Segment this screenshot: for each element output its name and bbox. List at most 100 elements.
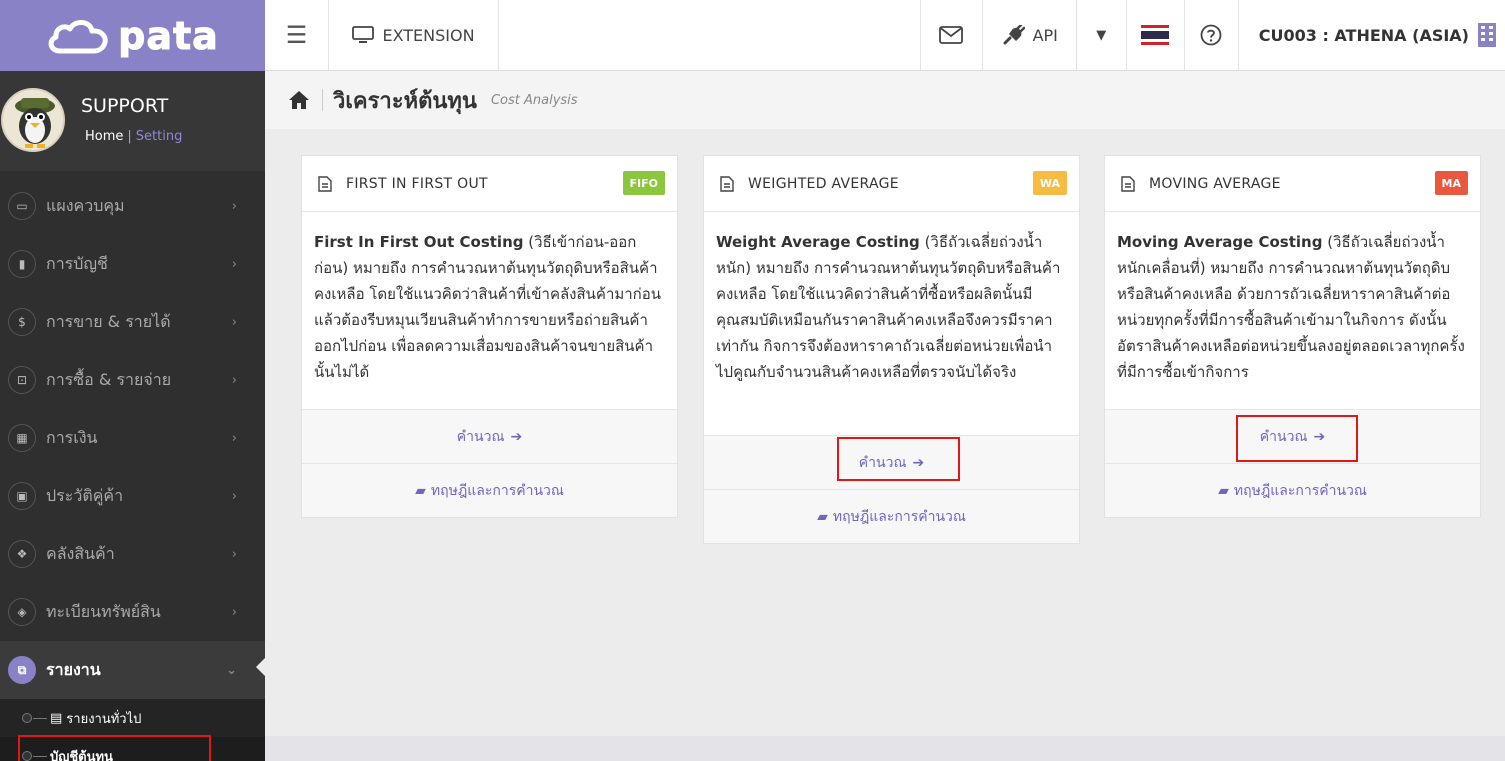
contact-icon: ▣ xyxy=(8,482,36,510)
penguin-avatar-icon xyxy=(3,90,63,150)
sidebar-subitem-label: รายงานทั่วไป xyxy=(66,711,142,727)
sidebar-subitem-general-report[interactable]: ▤ รายงานทั่วไป xyxy=(0,699,265,737)
home-icon[interactable] xyxy=(288,90,310,110)
arrow-right-icon: ➔ xyxy=(510,428,523,445)
card-title: MOVING AVERAGE xyxy=(1149,175,1281,192)
arrow-right-icon: ➔ xyxy=(1313,428,1326,445)
book-icon: ▮ xyxy=(8,250,36,278)
chevron-right-icon: › xyxy=(231,372,237,388)
building-icon xyxy=(1478,23,1496,47)
chevron-right-icon: › xyxy=(231,256,237,272)
profile-name: SUPPORT xyxy=(81,95,169,117)
book-icon: ▰ xyxy=(415,482,426,499)
card-body-text: (วิธีถัวเฉลี่ยถ่วงน้ำหนัก) หมายถึง การคำ… xyxy=(716,233,1061,381)
sidebar-item-warehouse[interactable]: ❖ คลังสินค้า › xyxy=(0,525,265,583)
sidebar-item-label: การซื้อ & รายจ่าย xyxy=(46,369,172,389)
brand-name: pata xyxy=(118,13,219,58)
card-lead: Moving Average Costing xyxy=(1117,233,1323,251)
card-description: Moving Average Costing (วิธีถัวเฉลี่ยถ่ว… xyxy=(1105,212,1480,409)
cloud-logo-icon xyxy=(48,19,108,53)
calculate-label: คำนวณ xyxy=(1259,428,1308,445)
theory-link[interactable]: ▰ ทฤษฎีและการคำนวณ xyxy=(1105,463,1480,517)
sidebar-item-label: การบัญชี xyxy=(46,253,108,273)
sidebar-item-sales[interactable]: $ การขาย & รายได้ › xyxy=(0,293,265,351)
api-button[interactable]: API xyxy=(983,0,1077,70)
card-body-text: (วิธีถัวเฉลี่ยถ่วงน้ำหนักเคลื่อนที่) หมา… xyxy=(1117,233,1465,381)
sidebar-item-assets[interactable]: ◈ ทะเบียนทรัพย์สิน › xyxy=(0,583,265,641)
sidebar-item-finance[interactable]: ▦ การเงิน › xyxy=(0,409,265,467)
calculate-label: คำนวณ xyxy=(858,454,907,471)
monitor-icon xyxy=(352,26,375,43)
chevron-right-icon: › xyxy=(231,430,237,446)
sidebar-subitem-cost-account[interactable]: บัญชีต้นทุน xyxy=(0,737,265,761)
hamburger-icon: ☰ xyxy=(285,21,308,49)
chevron-right-icon: › xyxy=(231,546,237,562)
sidebar-item-accounting[interactable]: ▮ การบัญชี › xyxy=(0,235,265,293)
sidebar-item-label: รายงาน xyxy=(46,659,101,679)
chevron-right-icon: › xyxy=(231,604,237,620)
theory-label: ทฤษฎีและการคำนวณ xyxy=(1233,482,1367,499)
card-header: MOVING AVERAGE MA xyxy=(1105,156,1480,212)
menu-toggle-button[interactable]: ☰ xyxy=(265,0,329,70)
extension-button[interactable]: EXTENSION xyxy=(329,0,499,70)
home-link[interactable]: Home xyxy=(85,129,123,144)
calculate-button[interactable]: คำนวณ ➔ xyxy=(302,409,677,463)
sidebar-item-label: แผงควบคุม xyxy=(46,195,125,215)
theory-link[interactable]: ▰ ทฤษฎีและการคำนวณ xyxy=(704,489,1079,543)
theory-label: ทฤษฎีและการคำนวณ xyxy=(430,482,564,499)
card-description: First In First Out Costing (วิธีเข้าก่อน… xyxy=(302,212,677,409)
question-circle-icon xyxy=(1200,24,1222,46)
help-button[interactable] xyxy=(1185,0,1239,70)
document-icon xyxy=(720,175,734,192)
avatar[interactable] xyxy=(1,88,65,152)
report-icon: ⧉ xyxy=(8,656,36,684)
calculate-button[interactable]: คำนวณ ➔ xyxy=(704,435,1079,489)
chevron-right-icon: › xyxy=(231,198,237,214)
method-badge: WA xyxy=(1032,171,1067,195)
wa-card: WEIGHTED AVERAGE WA Weight Average Costi… xyxy=(703,155,1080,544)
card-description: Weight Average Costing (วิธีถัวเฉลี่ยถ่ว… xyxy=(704,212,1079,435)
book-icon: ▰ xyxy=(1218,482,1229,499)
dollar-icon: $ xyxy=(8,308,36,336)
top-navbar: ☰ EXTENSION API ▼ CU003: ATHENA (ASIA) xyxy=(265,0,1505,71)
language-selector[interactable] xyxy=(1127,0,1185,70)
card-lead: First In First Out Costing xyxy=(314,233,524,251)
card-title: FIRST IN FIRST OUT xyxy=(346,175,488,192)
thai-flag-icon xyxy=(1141,25,1170,45)
theory-link[interactable]: ▰ ทฤษฎีและการคำนวณ xyxy=(302,463,677,517)
page-subtitle: Cost Analysis xyxy=(490,92,578,108)
plug-icon xyxy=(1003,25,1025,45)
sidebar: pata SUPPORT Home | Setting ▭ แผงควบคุม xyxy=(0,0,265,761)
company-selector[interactable]: CU003 : ATHENA (ASIA) xyxy=(1239,0,1505,70)
calculate-button[interactable]: คำนวณ ➔ xyxy=(1105,409,1480,463)
profile-links: Home | Setting xyxy=(85,129,182,144)
ma-card: MOVING AVERAGE MA Moving Average Costing… xyxy=(1104,155,1481,518)
dropdown-toggle[interactable]: ▼ xyxy=(1077,0,1127,70)
chevron-right-icon: › xyxy=(231,314,237,330)
breadcrumb: วิเคราะห์ต้นทุน Cost Analysis xyxy=(265,71,1505,129)
sidebar-item-partners[interactable]: ▣ ประวัติคู่ค้า › xyxy=(0,467,265,525)
card-body-text: (วิธีเข้าก่อน-ออกก่อน) หมายถึง การคำนวณห… xyxy=(314,233,662,381)
api-label: API xyxy=(1032,25,1058,45)
theory-label: ทฤษฎีและการคำนวณ xyxy=(832,508,966,525)
sidebar-menu: ▭ แผงควบคุม › ▮ การบัญชี › $ การขาย & รา… xyxy=(0,177,265,761)
card-title: WEIGHTED AVERAGE xyxy=(748,175,899,192)
brand-logo[interactable]: pata xyxy=(0,0,265,71)
document-icon xyxy=(318,175,332,192)
envelope-icon xyxy=(939,26,964,44)
caret-down-icon: ▼ xyxy=(1096,27,1107,43)
setting-link[interactable]: Setting xyxy=(136,129,183,144)
method-badge: MA xyxy=(1434,171,1468,195)
sidebar-item-reports[interactable]: ⧉ รายงาน ⌄ xyxy=(0,641,265,699)
main-content: FIRST IN FIRST OUT FIFO First In First O… xyxy=(265,129,1505,736)
mail-button[interactable] xyxy=(921,0,983,70)
sidebar-item-label: ทะเบียนทรัพย์สิน xyxy=(46,601,161,621)
sidebar-item-purchase[interactable]: ⊡ การซื้อ & รายจ่าย › xyxy=(0,351,265,409)
sidebar-subitem-label: บัญชีต้นทุน xyxy=(50,749,113,761)
document-icon xyxy=(1121,175,1135,192)
document-icon: ▤ xyxy=(50,710,63,726)
card-header: WEIGHTED AVERAGE WA xyxy=(704,156,1079,212)
monitor-icon: ▭ xyxy=(8,192,36,220)
sidebar-item-dashboard[interactable]: ▭ แผงควบคุม › xyxy=(0,177,265,235)
book-icon: ▰ xyxy=(817,508,828,525)
